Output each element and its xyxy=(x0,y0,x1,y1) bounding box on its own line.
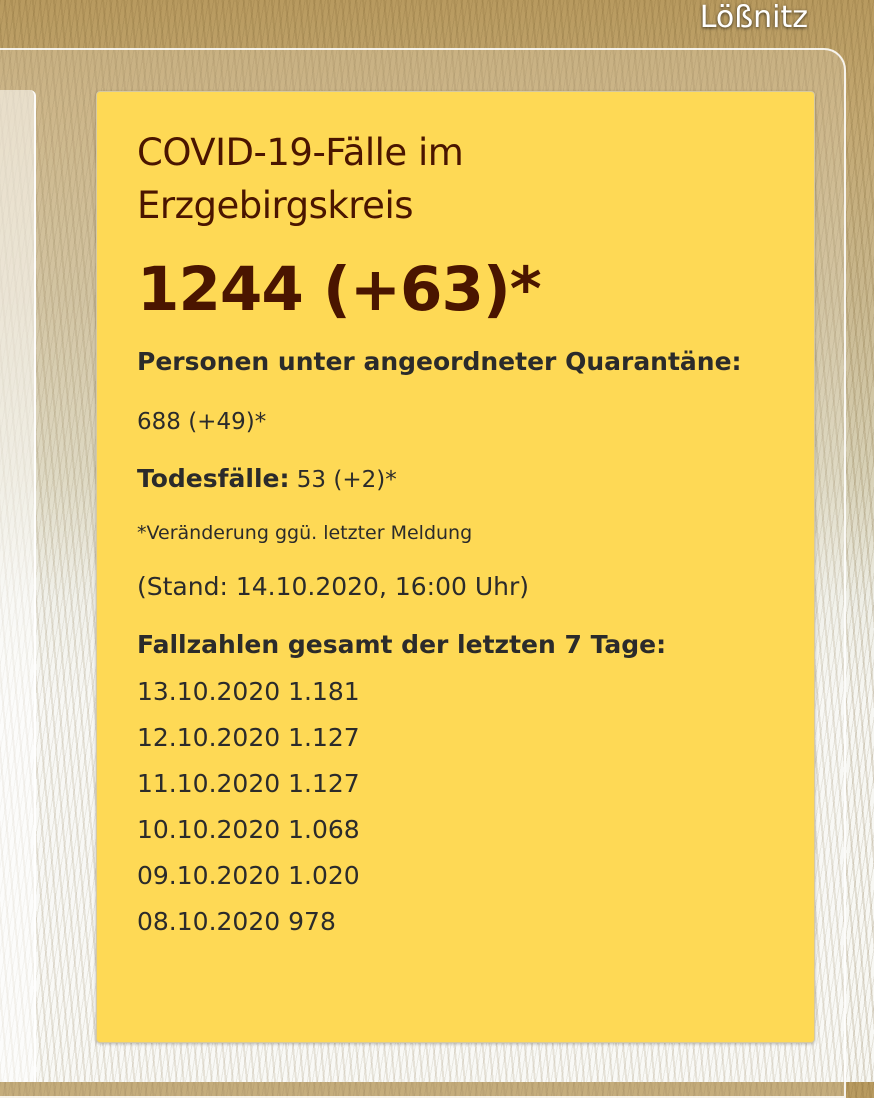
seven-day-heading: Fallzahlen gesamt der letzten 7 Tage: xyxy=(137,630,667,659)
seven-day-row: 13.10.2020 1.181 xyxy=(137,669,774,715)
quarantine-label: Personen unter angeordneter Quarantäne: xyxy=(137,347,742,376)
row-value: 1.068 xyxy=(288,815,360,844)
stand-timestamp: (Stand: 14.10.2020, 16:00 Uhr) xyxy=(137,572,530,601)
deaths-label: Todesfälle: xyxy=(137,464,290,493)
seven-day-row: 10.10.2020 1.068 xyxy=(137,807,774,853)
quarantine-value: 688 (+49)* xyxy=(137,409,267,435)
title-line-2: Erzgebirgskreis xyxy=(137,184,414,227)
covid-info-box: COVID-19-Fälle im Erzgebirgskreis 1244 (… xyxy=(96,91,815,1043)
row-date: 10.10.2020 xyxy=(137,815,281,844)
row-date: 08.10.2020 xyxy=(137,907,281,936)
row-date: 11.10.2020 xyxy=(137,769,281,798)
seven-day-row: 08.10.2020 978 xyxy=(137,899,774,945)
site-title[interactable]: Lößnitz xyxy=(700,0,808,35)
total-cases: 1244 (+63)* xyxy=(137,254,542,325)
seven-day-row: 09.10.2020 1.020 xyxy=(137,853,774,899)
seven-day-list: 13.10.2020 1.181 12.10.2020 1.127 11.10.20… xyxy=(137,669,774,945)
row-value: 978 xyxy=(288,907,336,936)
row-date: 09.10.2020 xyxy=(137,861,281,890)
row-date: 12.10.2020 xyxy=(137,723,281,752)
row-value: 1.020 xyxy=(288,861,360,890)
deaths-value: 53 (+2)* xyxy=(296,467,397,493)
title-line-1: COVID-19-Fälle im xyxy=(137,131,464,174)
row-value: 1.181 xyxy=(288,677,360,706)
covid-box-title: COVID-19-Fälle im Erzgebirgskreis xyxy=(137,126,774,232)
row-value: 1.127 xyxy=(288,769,360,798)
seven-day-row: 11.10.2020 1.127 xyxy=(137,761,774,807)
left-column xyxy=(0,90,36,1082)
row-value: 1.127 xyxy=(288,723,360,752)
seven-day-row: 12.10.2020 1.127 xyxy=(137,715,774,761)
change-footnote: *Veränderung ggü. letzter Meldung xyxy=(137,522,473,544)
row-date: 13.10.2020 xyxy=(137,677,281,706)
deaths-line: Todesfälle: 53 (+2)* xyxy=(137,462,774,497)
